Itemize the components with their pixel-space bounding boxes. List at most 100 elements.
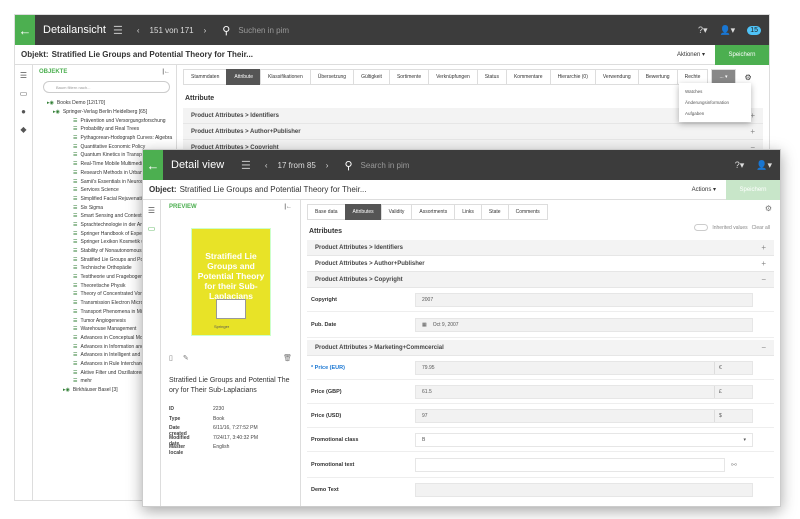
tab[interactable]: Validity (380, 204, 413, 220)
expand-icon[interactable]: + (761, 259, 766, 268)
inherited-toggle[interactable]: Inherited values Clear all (694, 224, 770, 231)
search-box[interactable]: ⚲ Suchen in pim (222, 24, 289, 37)
notification-badge[interactable]: 15 (747, 25, 761, 35)
tab[interactable]: Übersetzung (309, 69, 355, 85)
tab[interactable]: Verwendung (594, 69, 639, 85)
collapse-icon[interactable]: − (761, 343, 766, 352)
help-icon[interactable]: ?▾ (735, 160, 745, 171)
globe-icon[interactable]: ● (19, 107, 28, 119)
back-button[interactable]: ← (143, 150, 163, 180)
tree-filter-input[interactable]: Baum filtern nach... (43, 81, 170, 93)
tab[interactable]: Kommentare (505, 69, 551, 85)
expand-icon[interactable]: + (750, 127, 755, 136)
item-icon: ☰ (73, 300, 78, 307)
tree-node[interactable]: ▸◉ Books Demo [12/170] (33, 99, 176, 108)
metadata-row: Modified date 7/24/17, 3:40:32 PM (169, 435, 258, 447)
dropdown-item[interactable]: Änderungsinformation (679, 97, 751, 108)
copyright-row: Copyright 2007 (307, 288, 774, 312)
prev-icon[interactable]: ‹ (265, 161, 268, 170)
tab[interactable]: Hierarchie (0) (549, 69, 596, 85)
menu-icon[interactable]: ☰ (241, 159, 251, 172)
file-icon[interactable]: ▯ (169, 354, 173, 362)
tree-node-label: Theory of Concentrated Vortic (80, 291, 147, 298)
demo-text-field[interactable] (415, 483, 753, 497)
item-icon: ☰ (73, 152, 78, 159)
section-marketing[interactable]: Product Attributes > Marketing+Commcerci… (307, 340, 774, 356)
tree-node-label: Real-Time Mobile Multimedia (80, 161, 146, 168)
actions-button[interactable]: Actions ▾ (692, 186, 716, 193)
monitor-icon[interactable]: ▭ (19, 89, 28, 101)
save-button[interactable]: Speichern (726, 179, 780, 200)
pubdate-row: Pub. Date ▦ Oct 9, 2007 (307, 312, 774, 338)
dropdown-item[interactable]: Aufgaben (679, 108, 751, 119)
expand-icon[interactable]: + (761, 243, 766, 252)
list-icon[interactable]: ☰ (19, 71, 28, 83)
price-usd-field[interactable]: 97 $ (415, 408, 753, 423)
gear-icon[interactable]: ⚙ (745, 73, 752, 82)
search-input[interactable]: Suchen in pim (238, 26, 289, 35)
expand-icon[interactable]: + (750, 111, 755, 120)
tab[interactable]: Sortimente (388, 69, 430, 85)
prev-icon[interactable]: ‹ (137, 26, 140, 35)
object-bar: Object: Stratified Lie Groups and Potent… (143, 179, 780, 200)
collapse-icon[interactable]: − (761, 275, 766, 284)
tab[interactable]: Assortments (411, 204, 456, 220)
user-icon[interactable]: 👤▾ (719, 25, 735, 36)
next-icon[interactable]: › (326, 161, 329, 170)
search-input[interactable]: Search in pim (361, 161, 410, 170)
tab[interactable]: Stammdaten (183, 69, 228, 85)
tab[interactable]: Attribute (226, 69, 261, 85)
menu-icon[interactable]: ☰ (113, 24, 123, 37)
section-identifiers[interactable]: Product Attributes > Identifiers + (307, 240, 774, 256)
help-icon[interactable]: ?▾ (698, 25, 708, 36)
price-gbp-field[interactable]: 61.5 £ (415, 384, 753, 399)
section-header[interactable]: Product Attributes > Identifiers + (183, 108, 763, 124)
section-copyright[interactable]: Product Attributes > Copyright − (307, 272, 774, 288)
section-header[interactable]: Product Attributes > Author+Publisher + (183, 124, 763, 140)
item-icon: ☰ (73, 161, 78, 168)
toggle-switch[interactable] (694, 224, 709, 231)
next-icon[interactable]: › (204, 26, 207, 35)
tab[interactable]: Attributes (344, 204, 382, 220)
back-button[interactable]: ← (15, 15, 35, 45)
monitor-icon[interactable]: ▭ (147, 224, 156, 236)
pager: ‹ 17 from 85 › (265, 161, 329, 170)
dropdown-item[interactable]: Watches (679, 86, 751, 97)
tab[interactable]: Base data (307, 204, 346, 220)
tree-node-label: Advances in Rule Interchange (80, 360, 148, 367)
collapse-icon[interactable]: |← (162, 69, 170, 75)
actions-button[interactable]: Aktionen ▾ (677, 51, 705, 58)
tab[interactable]: Status (476, 69, 507, 85)
search-box[interactable]: ⚲ Search in pim (344, 159, 409, 172)
tab[interactable]: Gültigkeit (353, 69, 390, 85)
gear-icon[interactable]: ⚙ (765, 204, 772, 213)
tree-node[interactable]: ☰ Prävention und Versorgungsforschung (33, 116, 176, 125)
section-author[interactable]: Product Attributes > Author+Publisher + (307, 256, 774, 272)
pubdate-value: Oct 9, 2007 (432, 321, 459, 328)
pubdate-field[interactable]: ▦ Oct 9, 2007 (415, 317, 753, 332)
trash-icon[interactable]: 🗑 (283, 354, 292, 362)
tag-icon[interactable]: ◆ (19, 125, 28, 137)
tree-node[interactable]: ▸◉ Springer-Verlag Berlin Heidelberg [65] (33, 108, 176, 117)
pin-icon[interactable]: ✎ (183, 354, 189, 362)
user-icon[interactable]: 👤▾ (756, 160, 772, 171)
tree-node[interactable]: ☰ Probability and Real Trees (33, 125, 176, 134)
promo-text-field[interactable] (415, 457, 725, 472)
promo-class-select[interactable]: B ▾ (415, 432, 753, 447)
tab[interactable]: Bewertung (637, 69, 678, 85)
tab[interactable]: Comments (507, 204, 548, 220)
tab[interactable]: Klassifikationen (259, 69, 311, 85)
tree-node[interactable]: ☰ Pythagorean-Hodograph Curves: Algebra (33, 134, 176, 143)
price-eur-field[interactable]: 79.95 € (415, 360, 753, 375)
list-icon[interactable]: ☰ (147, 206, 156, 218)
clear-all-link[interactable]: Clear all (752, 225, 770, 231)
translate-icon[interactable]: ⚯ (731, 461, 737, 469)
tab[interactable]: State (480, 204, 509, 220)
calendar-icon[interactable]: ▦ (422, 322, 427, 328)
collapse-icon[interactable]: |← (284, 204, 292, 210)
save-button[interactable]: Speichern (715, 44, 769, 65)
tab[interactable]: Verknüpfungen (428, 69, 478, 85)
tab[interactable]: Links (454, 204, 482, 220)
item-icon: ☰ (73, 334, 78, 341)
copyright-field[interactable]: 2007 (415, 292, 753, 307)
